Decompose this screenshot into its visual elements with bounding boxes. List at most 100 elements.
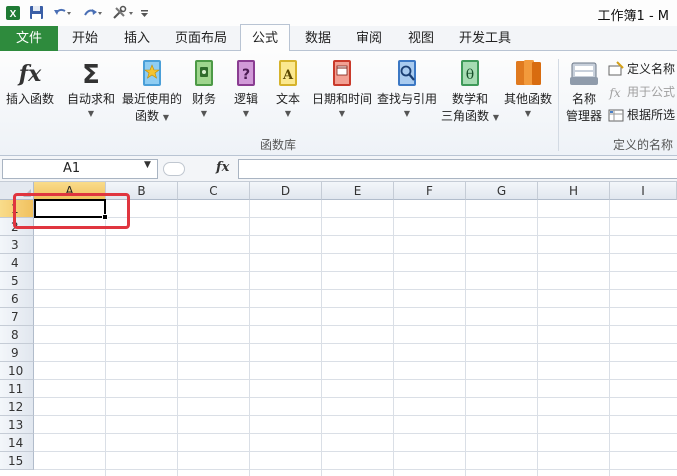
row-header-5[interactable]: 5	[0, 272, 34, 290]
row-header-3[interactable]: 3	[0, 236, 34, 254]
create-from-selection-icon	[608, 109, 624, 121]
tab-formulas[interactable]: 公式	[240, 24, 290, 52]
row-header-9[interactable]: 9	[0, 344, 34, 362]
sigma-icon: Σ	[82, 60, 100, 89]
group-separator	[558, 59, 559, 151]
tab-page-layout[interactable]: 页面布局	[168, 26, 234, 51]
tab-developer[interactable]: 开发工具	[450, 26, 520, 51]
logical-book-icon: ?	[237, 60, 255, 86]
insert-function-fx-button[interactable]: fx	[216, 160, 229, 175]
column-header-d[interactable]: D	[250, 182, 322, 200]
text-button[interactable]: A 文本 ▼	[272, 57, 304, 120]
tab-review[interactable]: 审阅	[346, 26, 392, 51]
insert-function-button[interactable]: fx 插入函数	[2, 57, 58, 108]
row-header-15[interactable]: 15	[0, 452, 34, 470]
gridline	[34, 271, 677, 272]
chevron-down-icon: ▼	[403, 109, 411, 118]
use-in-formula-button[interactable]: fx 用于公式	[608, 82, 675, 101]
group-label-function-library: 函数库	[260, 138, 297, 152]
chevron-down-icon: ▼	[492, 113, 499, 122]
tab-home[interactable]: 开始	[62, 26, 108, 51]
tab-view[interactable]: 视图	[398, 26, 444, 51]
gridline	[34, 235, 677, 236]
gridline	[34, 361, 677, 362]
formula-bar: A1 ▼ fx	[0, 156, 677, 182]
gridline	[609, 200, 610, 476]
math-trig-button[interactable]: θ 数学和 三角函数 ▼	[440, 57, 500, 126]
gridline	[34, 433, 677, 434]
excel-icon[interactable]: X	[4, 4, 21, 21]
chevron-down-icon: ▼	[338, 109, 346, 118]
gridline	[34, 415, 677, 416]
redo-icon[interactable]	[80, 4, 104, 21]
row-header-7[interactable]: 7	[0, 308, 34, 326]
gridline	[321, 200, 322, 476]
star-book-icon	[143, 60, 161, 86]
column-header-h[interactable]: H	[538, 182, 610, 200]
recently-used-button[interactable]: 最近使用的 函数 ▼	[120, 57, 184, 126]
column-header-f[interactable]: F	[394, 182, 466, 200]
svg-text:fx: fx	[17, 61, 42, 87]
svg-text:Σ: Σ	[82, 60, 100, 89]
date-time-button[interactable]: 日期和时间 ▼	[310, 57, 374, 120]
column-header-e[interactable]: E	[322, 182, 394, 200]
math-book-icon: θ	[461, 60, 479, 86]
svg-text:X: X	[9, 9, 16, 20]
gridline	[34, 397, 677, 398]
chevron-down-icon: ▼	[284, 109, 292, 118]
gridline	[34, 307, 677, 308]
undo-icon[interactable]	[51, 4, 73, 21]
gridline	[34, 469, 677, 470]
create-from-selection-button[interactable]: 根据所选	[608, 105, 675, 124]
column-header-g[interactable]: G	[466, 182, 538, 200]
gridline	[34, 217, 677, 218]
row-header-10[interactable]: 10	[0, 362, 34, 380]
gridline	[34, 289, 677, 290]
column-header-c[interactable]: C	[178, 182, 250, 200]
gridline	[393, 200, 394, 476]
lookup-reference-button[interactable]: 查找与引用 ▼	[376, 57, 438, 120]
column-header-i[interactable]: I	[610, 182, 677, 200]
name-box[interactable]: A1	[2, 159, 158, 179]
tab-data[interactable]: 数据	[296, 26, 340, 51]
save-icon[interactable]	[28, 4, 45, 21]
ribbon-formulas: fx 插入函数 Σ 自动求和 ▼ 最近使用的 函数 ▼ 财务 ▼ ? 逻辑 ▼ …	[0, 51, 677, 156]
define-name-button[interactable]: 定义名称	[608, 59, 675, 78]
define-name-icon	[608, 60, 624, 75]
text-book-icon: A	[279, 60, 297, 86]
chevron-down-icon: ▼	[87, 109, 95, 118]
name-manager-icon	[570, 62, 598, 85]
formula-bar-grip[interactable]	[163, 162, 185, 176]
row-header-8[interactable]: 8	[0, 326, 34, 344]
more-functions-button[interactable]: 其他函数 ▼	[500, 57, 556, 120]
name-manager-button[interactable]: 名称 管理器	[563, 57, 605, 125]
row-header-11[interactable]: 11	[0, 380, 34, 398]
tab-insert[interactable]: 插入	[114, 26, 160, 51]
formula-input[interactable]	[238, 159, 677, 179]
lookup-book-icon	[398, 60, 416, 86]
chevron-down-icon: ▼	[200, 109, 208, 118]
tab-file[interactable]: 文件	[0, 26, 58, 51]
worksheet-grid[interactable]: A B C D E F G H I 1 2 3 4 5 6 7 8 9 10 1…	[0, 182, 677, 476]
autosum-button[interactable]: Σ 自动求和 ▼	[64, 57, 118, 120]
logical-button[interactable]: ? 逻辑 ▼	[230, 57, 262, 120]
group-label-defined-names: 定义的名称	[613, 138, 674, 152]
fx-small-icon: fx	[608, 86, 620, 100]
financial-button[interactable]: 财务 ▼	[188, 57, 220, 120]
chevron-down-icon: ▼	[162, 113, 169, 122]
row-header-14[interactable]: 14	[0, 434, 34, 452]
gridline	[34, 379, 677, 380]
customize-icon[interactable]	[139, 4, 149, 21]
row-header-13[interactable]: 13	[0, 416, 34, 434]
row-header-6[interactable]: 6	[0, 290, 34, 308]
title-bar: X 工作簿1 - M	[0, 0, 677, 26]
row-header-4[interactable]: 4	[0, 254, 34, 272]
name-box-dropdown-icon[interactable]: ▼	[144, 160, 151, 170]
gridline	[537, 200, 538, 476]
more-books-icon	[516, 60, 541, 85]
financial-book-icon	[195, 60, 213, 86]
row-header-12[interactable]: 12	[0, 398, 34, 416]
svg-text:fx: fx	[608, 86, 620, 100]
tools-icon[interactable]	[110, 4, 136, 21]
chevron-down-icon: ▼	[524, 109, 532, 118]
